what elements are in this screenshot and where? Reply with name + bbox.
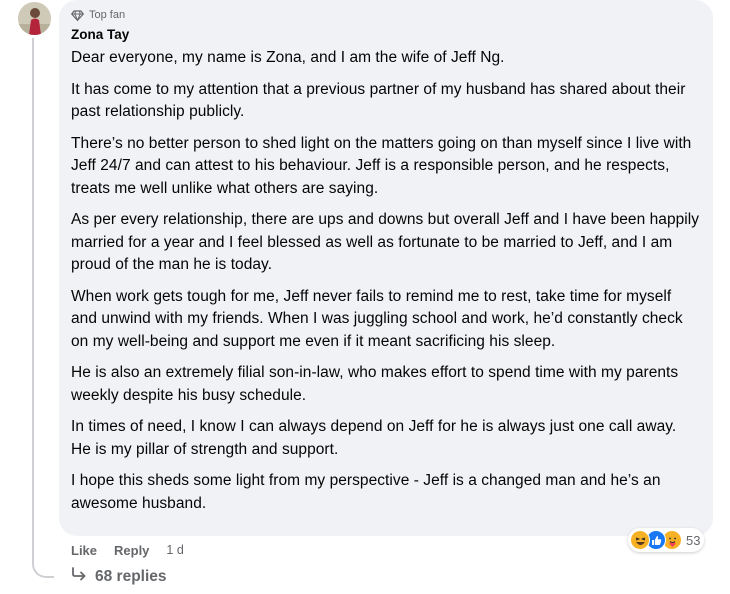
replies-count-label: 68 replies bbox=[95, 567, 167, 585]
comment-paragraph: As per every relationship, there are ups… bbox=[71, 211, 700, 273]
comment-paragraph: When work gets tough for me, Jeff never … bbox=[71, 287, 683, 350]
thread-connector-line bbox=[32, 38, 54, 578]
avatar[interactable] bbox=[18, 2, 51, 35]
reply-arrow-icon bbox=[71, 567, 87, 586]
view-replies-link[interactable]: 68 replies bbox=[71, 567, 167, 586]
reactions-count: 53 bbox=[686, 532, 701, 548]
comment-text: Dear everyone, my name is Zona, and I am… bbox=[71, 47, 700, 515]
comment-paragraph: Dear everyone, my name is Zona, and I am… bbox=[71, 49, 505, 66]
comment-bubble: Top fan Zona Tay Dear everyone, my name … bbox=[59, 0, 713, 536]
comment-paragraph: I hope this sheds some light from my per… bbox=[71, 472, 661, 512]
like-button[interactable]: Like bbox=[71, 543, 97, 558]
comment-author-name[interactable]: Zona Tay bbox=[71, 26, 700, 44]
comment-paragraph: In times of need, I know I can always de… bbox=[71, 418, 677, 458]
diamond-icon bbox=[71, 9, 84, 21]
comment-actions: Like Reply 1 d bbox=[71, 541, 184, 559]
comment-timestamp[interactable]: 1 d bbox=[166, 543, 183, 557]
badge-label: Top fan bbox=[89, 9, 126, 21]
comment-paragraph: There’s no better person to shed light o… bbox=[71, 134, 692, 197]
reply-button[interactable]: Reply bbox=[114, 543, 149, 558]
top-fan-badge[interactable]: Top fan bbox=[71, 6, 700, 24]
haha-icon bbox=[630, 530, 650, 550]
comment-paragraph: He is also an extremely filial son-in-la… bbox=[71, 364, 679, 404]
reactions-summary[interactable]: 53 bbox=[628, 528, 705, 552]
comment-paragraph: It has come to my attention that a previ… bbox=[71, 80, 686, 121]
